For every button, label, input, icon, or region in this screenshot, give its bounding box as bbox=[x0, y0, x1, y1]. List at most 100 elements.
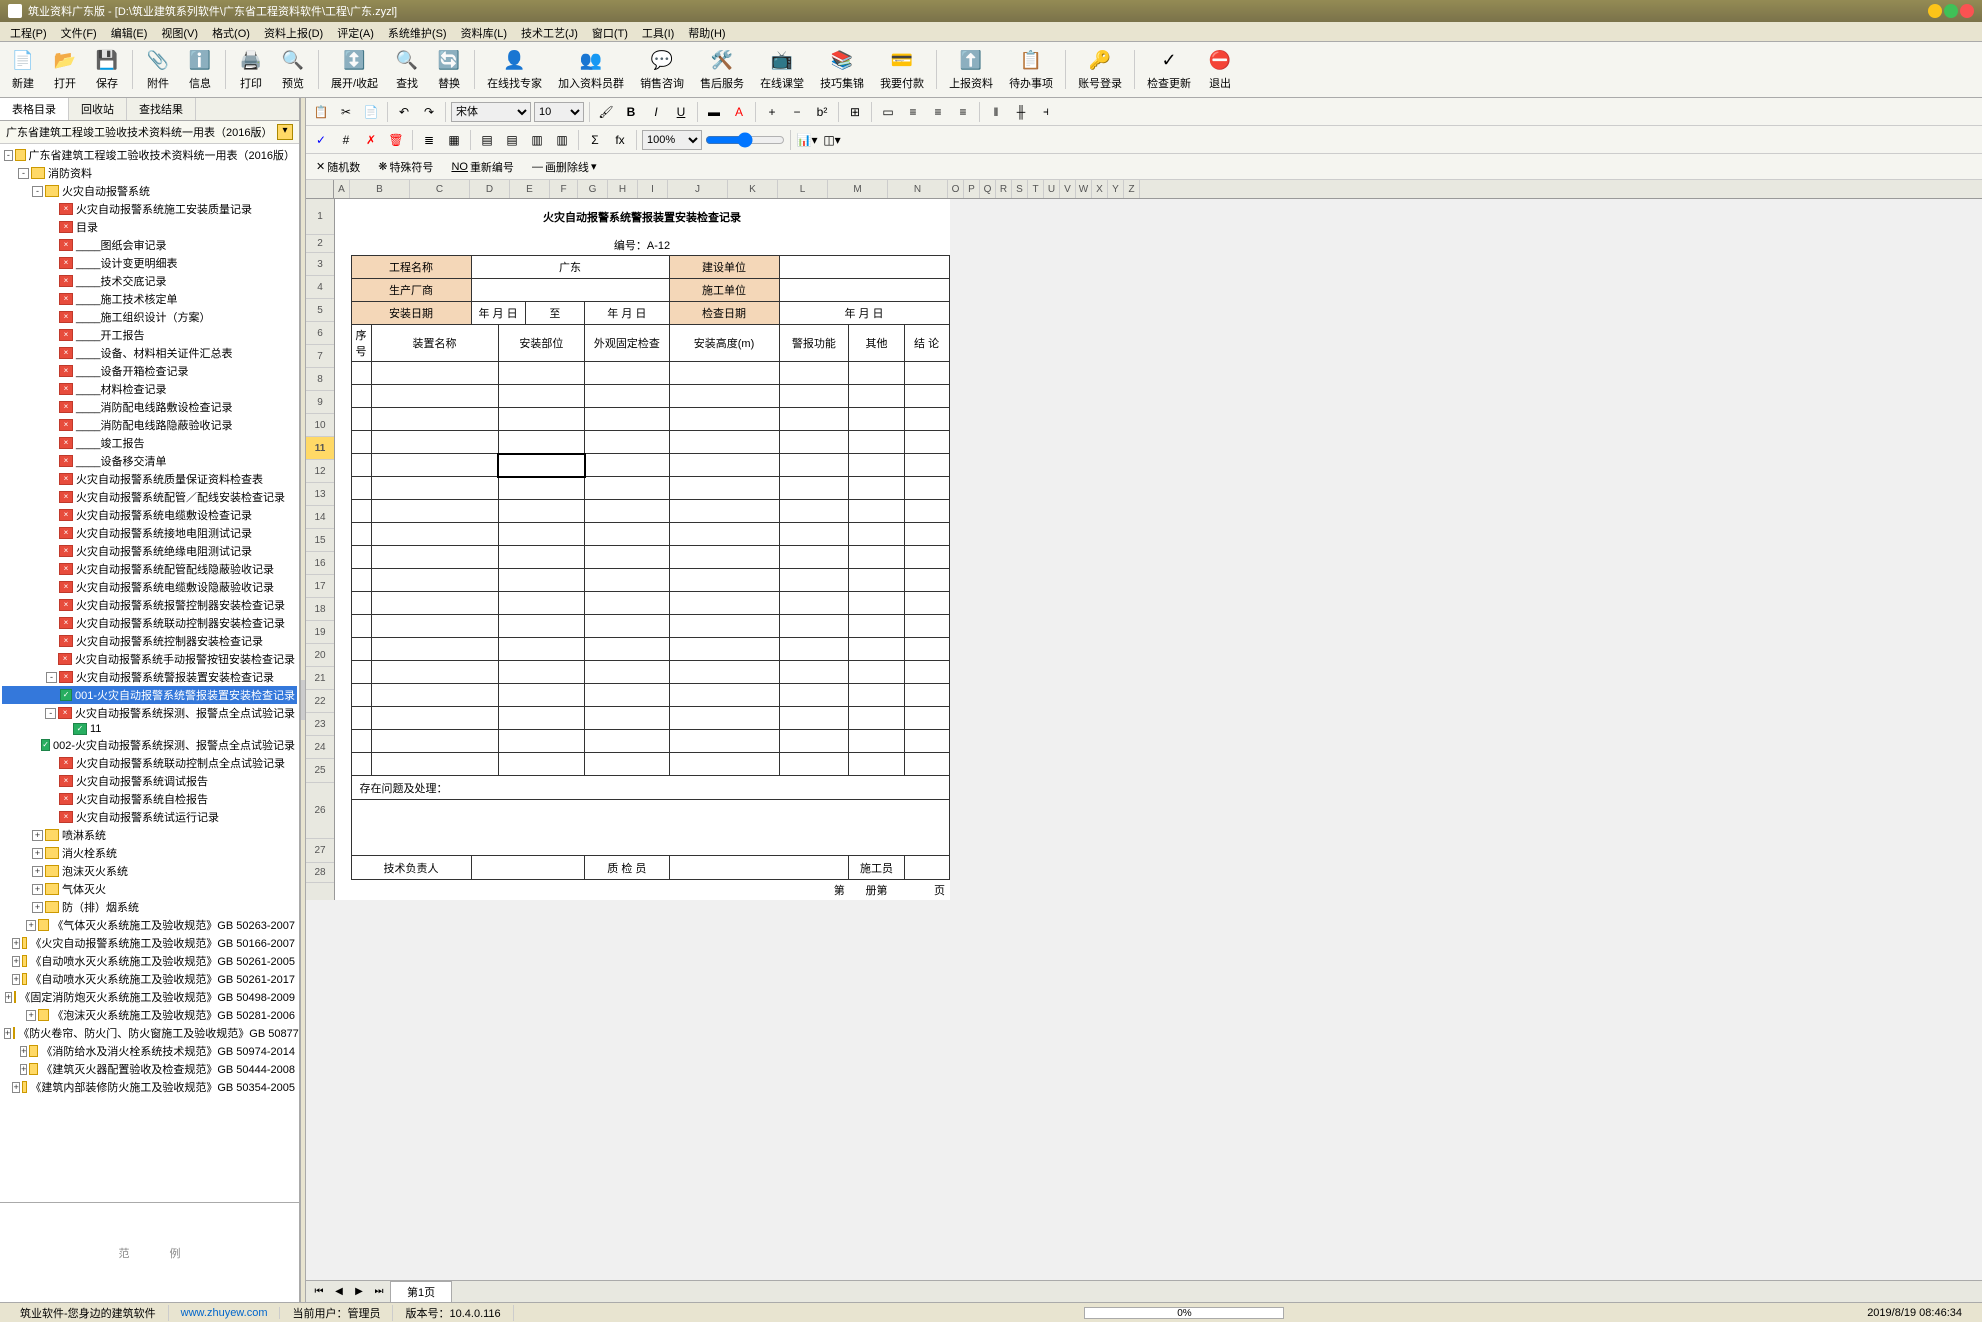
copy-icon[interactable]: 📋 bbox=[310, 101, 332, 123]
row-header[interactable]: 25 bbox=[306, 759, 334, 783]
col-header[interactable]: R bbox=[996, 180, 1012, 198]
col-header[interactable]: D bbox=[470, 180, 510, 198]
undo-icon[interactable]: ↶ bbox=[393, 101, 415, 123]
zoom-select[interactable]: 100% bbox=[642, 130, 702, 150]
row-header[interactable]: 22 bbox=[306, 690, 334, 713]
tree-node[interactable]: ✓11 bbox=[2, 722, 297, 736]
tree-node[interactable]: +《固定消防炮灭火系统施工及验收规范》GB 50498-2009 bbox=[2, 988, 297, 1006]
tree-node[interactable]: ×火灾自动报警系统调试报告 bbox=[2, 772, 297, 790]
row-header[interactable]: 7 bbox=[306, 345, 334, 368]
row-header[interactable]: 23 bbox=[306, 713, 334, 736]
row-header[interactable]: 9 bbox=[306, 391, 334, 414]
menu-item[interactable]: 资料上报(D) bbox=[258, 24, 329, 39]
col-header[interactable]: Y bbox=[1108, 180, 1124, 198]
toolbar-在线找专家[interactable]: 👤在线找专家 bbox=[481, 46, 548, 93]
tree-node[interactable]: ×火灾自动报警系统试运行记录 bbox=[2, 808, 297, 826]
col-header[interactable]: A bbox=[334, 180, 350, 198]
tree-collapse-button[interactable]: ▾ bbox=[277, 124, 293, 140]
col-header[interactable]: V bbox=[1060, 180, 1076, 198]
increase-icon[interactable]: + bbox=[761, 101, 783, 123]
toolbar-在线课堂[interactable]: 📺在线课堂 bbox=[754, 46, 810, 93]
align-right-icon[interactable]: ≡ bbox=[952, 101, 974, 123]
tab-prev-icon[interactable]: ◀ bbox=[330, 1284, 348, 1300]
bold-icon[interactable]: B bbox=[620, 101, 642, 123]
toolbar-退出[interactable]: ⛔退出 bbox=[1201, 46, 1239, 93]
tree-node[interactable]: ✓001-火灾自动报警系统警报装置安装检查记录 bbox=[2, 686, 297, 704]
toolbar-展开/收起[interactable]: ↕️展开/收起 bbox=[325, 46, 384, 93]
tree-node[interactable]: -×火灾自动报警系统探测、报警点全点试验记录 bbox=[2, 704, 297, 722]
menu-item[interactable]: 窗口(T) bbox=[586, 24, 634, 39]
menu-item[interactable]: 工具(I) bbox=[636, 24, 680, 39]
row-header[interactable]: 11 bbox=[306, 437, 334, 460]
tree-node[interactable]: ×____材料检查记录 bbox=[2, 380, 297, 398]
toolbar-加入资料员群[interactable]: 👥加入资料员群 bbox=[552, 46, 630, 93]
tree-node[interactable]: ×火灾自动报警系统绝缘电阻测试记录 bbox=[2, 542, 297, 560]
tree-node[interactable]: ×火灾自动报警系统质量保证资料检查表 bbox=[2, 470, 297, 488]
tree-node[interactable]: ×目录 bbox=[2, 218, 297, 236]
toolbar-我要付款[interactable]: 💳我要付款 bbox=[874, 46, 930, 93]
col-header[interactable]: Z bbox=[1124, 180, 1140, 198]
row-header[interactable]: 16 bbox=[306, 552, 334, 575]
col-header[interactable]: W bbox=[1076, 180, 1092, 198]
menu-item[interactable]: 资料库(L) bbox=[455, 24, 513, 39]
menu-item[interactable]: 编辑(E) bbox=[105, 24, 154, 39]
tree-node[interactable]: +喷淋系统 bbox=[2, 826, 297, 844]
tree-node[interactable]: +《防火卷帘、防火门、防火窗施工及验收规范》GB 50877-2014 bbox=[2, 1024, 297, 1042]
col-header[interactable]: X bbox=[1092, 180, 1108, 198]
menu-item[interactable]: 评定(A) bbox=[331, 24, 380, 39]
row-header[interactable]: 24 bbox=[306, 736, 334, 759]
tree-node[interactable]: ×____消防配电线路敷设检查记录 bbox=[2, 398, 297, 416]
random-button[interactable]: ✕ 随机数 bbox=[310, 157, 366, 177]
tree-node[interactable]: ✓002-火灾自动报警系统探测、报警点全点试验记录 bbox=[2, 736, 297, 754]
row-header[interactable]: 4 bbox=[306, 276, 334, 299]
col-header[interactable]: S bbox=[1012, 180, 1028, 198]
tree-node[interactable]: ×火灾自动报警系统配管配线隐蔽验收记录 bbox=[2, 560, 297, 578]
object-icon[interactable]: ◫▾ bbox=[821, 129, 843, 151]
close-button[interactable] bbox=[1960, 4, 1974, 18]
tree-view[interactable]: -广东省建筑工程竣工验收技术资料统一用表（2016版）-消防资料-火灾自动报警系… bbox=[0, 144, 299, 1202]
row-header[interactable]: 14 bbox=[306, 506, 334, 529]
borders-icon[interactable]: ⊞ bbox=[844, 101, 866, 123]
tab-first-icon[interactable]: ⏮ bbox=[310, 1284, 328, 1300]
menu-item[interactable]: 工程(P) bbox=[4, 24, 53, 39]
sum-icon[interactable]: Σ bbox=[584, 129, 606, 151]
tree-node[interactable]: ×火灾自动报警系统自检报告 bbox=[2, 790, 297, 808]
col-header[interactable]: M bbox=[828, 180, 888, 198]
menu-item[interactable]: 帮助(H) bbox=[682, 24, 731, 39]
col-header[interactable]: O bbox=[948, 180, 964, 198]
status-url[interactable]: www.zhuyew.com bbox=[169, 1307, 281, 1319]
tree-node[interactable]: ×火灾自动报警系统接地电阻测试记录 bbox=[2, 524, 297, 542]
grid-icon[interactable]: ▦ bbox=[443, 129, 465, 151]
maximize-button[interactable] bbox=[1944, 4, 1958, 18]
strike-button[interactable]: — 画删除线 ▾ bbox=[526, 157, 603, 177]
tree-node[interactable]: +《火灾自动报警系统施工及验收规范》GB 50166-2007 bbox=[2, 934, 297, 952]
left-tab[interactable]: 回收站 bbox=[69, 98, 127, 120]
col-header[interactable]: T bbox=[1028, 180, 1044, 198]
fill-color-icon[interactable]: ▬ bbox=[703, 101, 725, 123]
menu-item[interactable]: 文件(F) bbox=[55, 24, 103, 39]
row-del-icon[interactable]: ▤ bbox=[501, 129, 523, 151]
italic-icon[interactable]: I bbox=[645, 101, 667, 123]
col-merge-icon[interactable]: ╫ bbox=[1010, 101, 1032, 123]
spreadsheet[interactable]: ABCDEFGHIJKLMNOPQRSTUVWXYZ 1234567891011… bbox=[306, 180, 1982, 1280]
row-header[interactable]: 1 bbox=[306, 199, 334, 235]
col-header[interactable]: J bbox=[668, 180, 728, 198]
tree-node[interactable]: ×____消防配电线路隐蔽验收记录 bbox=[2, 416, 297, 434]
tree-node[interactable]: +《消防给水及消火栓系统技术规范》GB 50974-2014 bbox=[2, 1042, 297, 1060]
col-header[interactable]: B bbox=[350, 180, 410, 198]
col-add-icon[interactable]: ▥ bbox=[526, 129, 548, 151]
left-tab[interactable]: 查找结果 bbox=[127, 98, 196, 120]
tree-node[interactable]: +气体灭火 bbox=[2, 880, 297, 898]
toolbar-账号登录[interactable]: 🔑账号登录 bbox=[1072, 46, 1128, 93]
size-select[interactable]: 10 bbox=[534, 102, 584, 122]
toolbar-售后服务[interactable]: 🛠️售后服务 bbox=[694, 46, 750, 93]
col-header[interactable]: Q bbox=[980, 180, 996, 198]
tree-node[interactable]: ×火灾自动报警系统电缆敷设检查记录 bbox=[2, 506, 297, 524]
tree-node[interactable]: +《泡沫灭火系统施工及验收规范》GB 50281-2006 bbox=[2, 1006, 297, 1024]
tree-node[interactable]: ×火灾自动报警系统联动控制点全点试验记录 bbox=[2, 754, 297, 772]
tree-node[interactable]: +消火栓系统 bbox=[2, 844, 297, 862]
tree-node[interactable]: ×火灾自动报警系统施工安装质量记录 bbox=[2, 200, 297, 218]
toolbar-替换[interactable]: 🔄替换 bbox=[430, 46, 468, 93]
toolbar-销售咨询[interactable]: 💬销售咨询 bbox=[634, 46, 690, 93]
row-header[interactable]: 27 bbox=[306, 839, 334, 863]
